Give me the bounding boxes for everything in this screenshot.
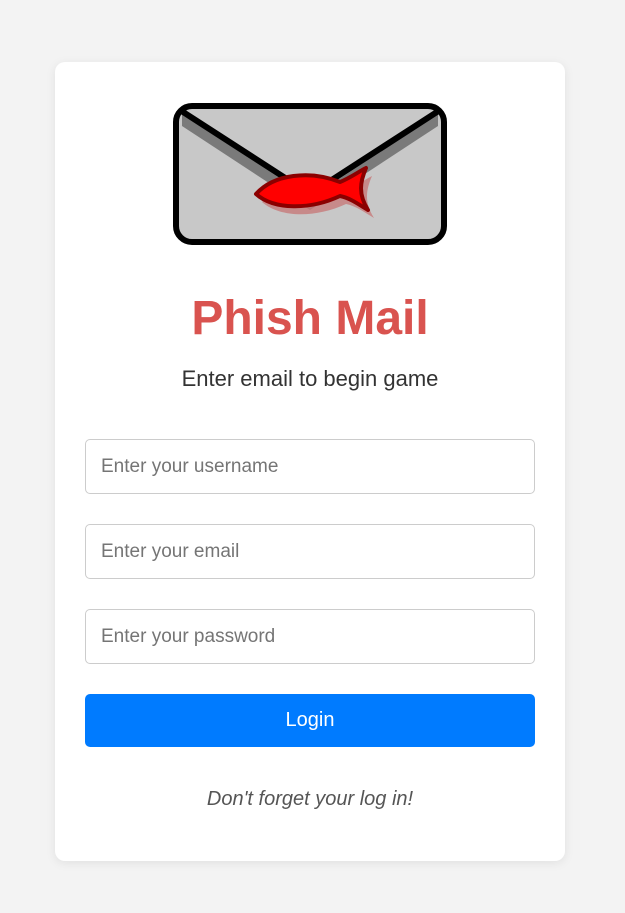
envelope-fish-icon: [172, 102, 448, 248]
page-subtitle: Enter email to begin game: [181, 366, 439, 391]
email-input[interactable]: [85, 524, 535, 579]
username-input[interactable]: [85, 439, 535, 494]
login-button[interactable]: Login: [85, 694, 535, 747]
login-card: Phish Mail Enter email to begin game Log…: [55, 62, 565, 861]
password-input[interactable]: [85, 609, 535, 664]
page-title: Phish Mail: [191, 292, 429, 345]
login-reminder-text: Don't forget your log in!: [206, 788, 414, 810]
